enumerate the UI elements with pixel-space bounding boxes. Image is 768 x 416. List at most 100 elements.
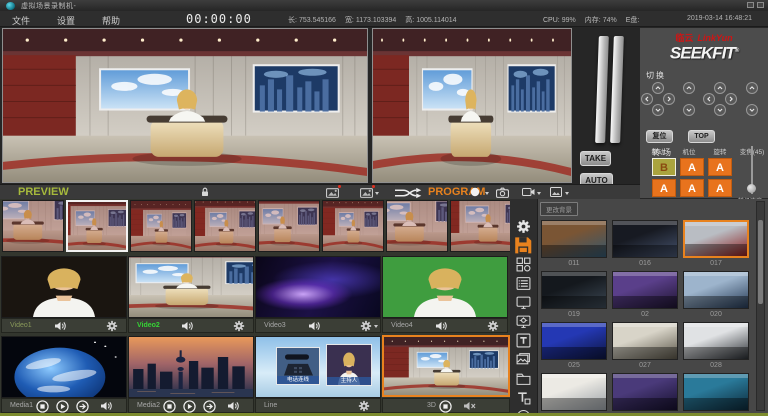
- pad-up-button[interactable]: [652, 82, 664, 94]
- preview-shot[interactable]: [66, 200, 128, 252]
- scene-thumb[interactable]: 017: [683, 220, 749, 269]
- scene-thumb[interactable]: 020: [683, 271, 749, 320]
- window-close-button[interactable]: [757, 2, 764, 8]
- stop-button[interactable]: [439, 400, 452, 413]
- pad-right-button[interactable]: [725, 93, 737, 105]
- preview-shot[interactable]: [258, 200, 320, 252]
- transition-speed-thumb[interactable]: [747, 184, 756, 193]
- snapshot-icon[interactable]: [326, 187, 339, 198]
- take-button[interactable]: TAKE: [580, 151, 611, 166]
- projector-icon[interactable]: [516, 314, 533, 330]
- pad-left-button[interactable]: [703, 93, 715, 105]
- image-icon[interactable]: [550, 187, 562, 197]
- loop-button[interactable]: [203, 400, 216, 413]
- tbar-fader-right[interactable]: [610, 36, 624, 143]
- speaker-icon[interactable]: [54, 321, 67, 331]
- scene-thumb[interactable]: 027: [612, 322, 678, 371]
- film-icon[interactable]: [522, 187, 535, 197]
- swap-preview-program-icon[interactable]: [392, 187, 422, 199]
- video-thumb-Video3[interactable]: [255, 256, 381, 318]
- pad-down-button[interactable]: [652, 104, 664, 116]
- menu-item-2[interactable]: 帮助: [100, 13, 122, 28]
- transition-cell[interactable]: A: [680, 179, 704, 197]
- stop-button[interactable]: [36, 400, 49, 413]
- change-background-button[interactable]: 更改背景: [540, 202, 578, 216]
- window-minimize-button[interactable]: [747, 2, 754, 8]
- texttool-icon[interactable]: [516, 390, 533, 406]
- play-button[interactable]: [183, 400, 196, 413]
- speaker-icon[interactable]: [308, 321, 321, 331]
- video-thumb-Video4[interactable]: [382, 256, 508, 318]
- pad-up-button[interactable]: [746, 82, 758, 94]
- camera-icon[interactable]: [496, 187, 509, 198]
- gear-icon[interactable]: [233, 320, 245, 332]
- pad-left-button[interactable]: [641, 93, 653, 105]
- grid-icon[interactable]: [516, 257, 533, 273]
- media-thumb-Media2[interactable]: [128, 336, 254, 398]
- pad-right-button[interactable]: [663, 93, 675, 105]
- transition-cell[interactable]: A: [708, 179, 732, 197]
- pad-down-button[interactable]: [714, 104, 726, 116]
- library-scrollbar-thumb[interactable]: [758, 220, 763, 304]
- transition-cell[interactable]: A: [680, 158, 704, 176]
- host-thumb[interactable]: 主持人: [326, 344, 372, 386]
- speaker-icon[interactable]: [227, 401, 240, 411]
- transition-cell[interactable]: A: [708, 158, 732, 176]
- folder-icon[interactable]: [516, 371, 533, 387]
- record-icon[interactable]: [470, 187, 480, 197]
- preview-shot[interactable]: [450, 200, 512, 252]
- preview-shot[interactable]: [386, 200, 448, 252]
- scene-thumb[interactable]: 016: [612, 220, 678, 269]
- scene-thumb[interactable]: 011: [541, 220, 607, 269]
- preview-shot[interactable]: [322, 200, 384, 252]
- loop-button[interactable]: [76, 400, 89, 413]
- snapshot-icon[interactable]: [360, 187, 373, 198]
- phone-connection-thumb[interactable]: 电话连线: [276, 347, 320, 385]
- scene-thumb[interactable]: [541, 373, 607, 416]
- library-scrollbar[interactable]: [756, 201, 765, 411]
- gear-icon[interactable]: [358, 400, 370, 412]
- save-icon[interactable]: [514, 236, 535, 256]
- lock-icon[interactable]: [200, 187, 210, 197]
- layers-icon[interactable]: [516, 352, 533, 368]
- transition-cell[interactable]: A: [652, 179, 676, 197]
- menu-item-1[interactable]: 设置: [55, 13, 77, 28]
- scene-thumb[interactable]: 025: [541, 322, 607, 371]
- gear-icon[interactable]: [516, 219, 533, 235]
- speaker-icon[interactable]: [100, 401, 113, 411]
- menu-item-0[interactable]: 文件: [10, 13, 32, 28]
- reset-button[interactable]: 复位: [646, 130, 673, 143]
- scene-thumb[interactable]: 02: [612, 271, 678, 320]
- preview-shot[interactable]: [2, 200, 64, 252]
- play-button[interactable]: [56, 400, 69, 413]
- transition-cell[interactable]: B: [652, 158, 676, 176]
- gear-icon[interactable]: [487, 320, 499, 332]
- scene-thumb[interactable]: [612, 373, 678, 416]
- speaker-muted-icon[interactable]: [463, 401, 476, 411]
- pad-down-button[interactable]: [683, 104, 695, 116]
- line-thumb[interactable]: 电话连线 主持人: [255, 336, 381, 398]
- scene-thumb[interactable]: 019: [541, 271, 607, 320]
- tbar-fader-left[interactable]: [595, 36, 609, 143]
- monitor-icon[interactable]: [516, 295, 533, 311]
- pad-up-button[interactable]: [714, 82, 726, 94]
- gear-icon[interactable]: [360, 320, 372, 332]
- gear-icon[interactable]: [106, 320, 118, 332]
- scene-thumb[interactable]: [683, 373, 749, 416]
- pad-up-button[interactable]: [683, 82, 695, 94]
- pad-down-button[interactable]: [746, 104, 758, 116]
- top-button[interactable]: TOP: [688, 130, 715, 143]
- video-thumb-Video2[interactable]: [128, 256, 254, 318]
- line-label-bar: Line: [255, 398, 381, 413]
- aux-3d-thumb[interactable]: [382, 335, 510, 397]
- list-icon[interactable]: [516, 276, 533, 292]
- speaker-icon[interactable]: [181, 321, 194, 331]
- video-thumb-Video1[interactable]: [1, 256, 127, 318]
- textbox-icon[interactable]: [516, 333, 533, 349]
- preview-shot[interactable]: [130, 200, 192, 252]
- media-thumb-Media1[interactable]: [1, 336, 127, 398]
- scene-thumb[interactable]: 028: [683, 322, 749, 371]
- preview-shot[interactable]: [194, 200, 256, 252]
- stop-button[interactable]: [163, 400, 176, 413]
- speaker-icon[interactable]: [435, 321, 448, 331]
